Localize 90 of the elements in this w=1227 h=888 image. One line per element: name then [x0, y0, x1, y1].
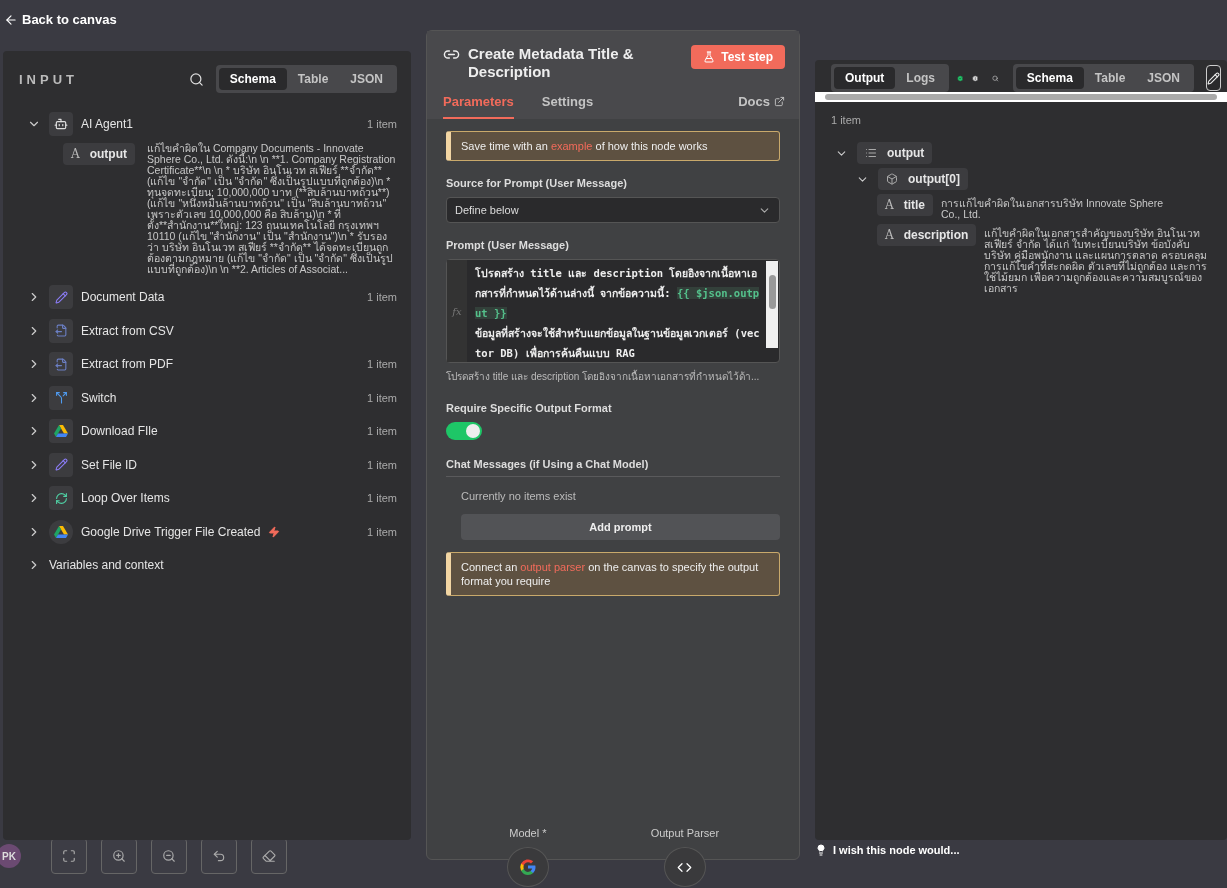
panel-tab[interactable]: Output	[834, 67, 896, 89]
search-icon[interactable]	[188, 71, 204, 87]
zoom-in-button[interactable]	[101, 838, 137, 874]
view-tab[interactable]: JSON	[339, 68, 394, 90]
parser-notice: Connect an output parser on the canvas to specify the output format you require	[446, 552, 780, 596]
item-count: 1 item	[367, 458, 397, 471]
feedback-link[interactable]: I wish this node would...	[833, 844, 960, 856]
file-export-icon	[54, 324, 68, 338]
undo-icon	[212, 849, 226, 863]
lightbulb-icon	[815, 844, 827, 856]
panel-title: INPUT	[19, 71, 79, 87]
drive-icon	[54, 525, 68, 538]
node-name[interactable]: Extract from PDF	[81, 357, 173, 372]
node-name[interactable]: Download FIle	[81, 424, 158, 439]
panel-tab[interactable]: Logs	[895, 67, 946, 89]
connector-label: Output Parser	[650, 827, 720, 839]
item-count: 1 item	[367, 425, 397, 438]
node-name[interactable]: AI Agent1	[81, 116, 134, 131]
connector-label: Model *	[509, 827, 547, 839]
field-name[interactable]: output[0]	[878, 168, 968, 190]
empty-message: Currently no items exist	[460, 489, 577, 502]
list-icon	[865, 147, 877, 159]
pencil-icon	[1207, 71, 1220, 85]
edit-button[interactable]	[1206, 65, 1221, 91]
view-tab[interactable]: Table	[1083, 67, 1137, 89]
field-value: การแก้ไขคำผิดในเอกสารบริษัท Innovate Sphere Co., Ltd.	[941, 196, 1164, 221]
file-export-icon	[54, 357, 68, 371]
external-link-icon	[774, 96, 785, 107]
view-tab[interactable]: Table	[286, 68, 340, 90]
field-name[interactable]: A output	[63, 142, 135, 165]
item-count: 1 item	[367, 358, 397, 371]
reset-button[interactable]	[201, 838, 237, 874]
split-icon	[54, 391, 68, 405]
eraser-button[interactable]	[251, 838, 287, 874]
field-label: Prompt (User Message)	[446, 239, 570, 251]
zoom-out-icon	[162, 849, 176, 863]
expression-marker: fx	[447, 260, 467, 362]
view-tab[interactable]: Schema	[218, 68, 287, 90]
field-label: Source for Prompt (User Message)	[446, 177, 628, 189]
node-name[interactable]: Loop Over Items	[81, 491, 170, 506]
node-name[interactable]: Switch	[81, 390, 117, 405]
add-prompt-button[interactable]: Add prompt	[461, 514, 780, 540]
field-value: แก้ไขคำผิดใน Company Documents - Innovate Sphere Co., Ltd. ดังนี้:\n \n **1. Company Registration Certificate**\n \n * บริษัท อินโนเวท สเฟียร์ **จำกัด** (แก้ไข "จำกัด" เป็น "จำกัด" ซึ่งเป็นรูปแบบที่ถูกต้อง)\n * ทุนจดทะเบียน: 10,000,000 บาท (**สิบล้านบาทถ้วน**) (แก้ไข "หนึ่งหมื่นล้านบาทถ้วน" เป็น "สิบล้านบาทถ้วน" เพราะตัวเลข 10,000,000 คือ สิบล้าน)\n * ที่ตั้ง**สำนักงาน**ใหญ่: 123 ถนนเทคโนโลยี กรุงเทพฯ 10110 (แก้ไข "สำนักงาน" เป็น "สำนักงาน")\n * รับรองว่า บริษัท อินโนเวท สเฟียร์ **จำกัด** ได้จดทะเบียนถูกต้องตามกฎหมาย (แก้ไข "จำกัด" เป็น "จำกัด" ซึ่งเป็นรูปแบบที่ถูกต้อง)\n \n **2. Articles of Associat...	[147, 142, 397, 275]
vertical-scrollbar[interactable]	[766, 261, 778, 348]
node-title: Create Metadata Title & Description	[468, 45, 635, 81]
section-label: Chat Messages (if Using a Chat Model)	[446, 458, 650, 470]
field-name[interactable]: A description	[877, 224, 977, 247]
prompt-editor[interactable]: fx โปรดสร้าง title และ description โดยอิงจากเนื้อหาเอกสารที่กำหนดไว้ด้านล่างนี้ จากข้อความนี้: {{ $json.output }} ข้อมูลที่สร้างจะใช้สำหรับแยกข้อมูลในฐานข้อมูลเวกเตอร์ (vector DB) เพื่อการค้นคืนแบบ RAG	[446, 259, 780, 363]
field-name[interactable]: output	[857, 142, 933, 164]
item-count: 1 item	[830, 113, 862, 128]
section-name[interactable]: Variables and context	[49, 558, 164, 573]
node-name[interactable]: Extract from CSV	[81, 323, 174, 338]
back-link[interactable]: Back to canvas	[4, 12, 117, 27]
user-avatar[interactable]: PK	[0, 844, 21, 868]
drive-icon	[54, 425, 68, 438]
view-tab[interactable]: JSON	[1136, 67, 1191, 89]
field-value: แก้ไขคำผิดในเอกสารสำคัญของบริษัท อินโนเวท สเฟียร์ จำกัด ได้แก่ ใบทะเบียนบริษัท ข้อบังคับบริษัท คู่มือพนักงาน และแผนการตลาด ครอบคลุมการแก้ไขคำที่สะกดผิด ตัวเลขที่ไม่ถูกต้อง และการใช้ไม้ยมก เพื่อความถูกต้องและความสมบูรณ์ของเอกสาร	[984, 226, 1209, 295]
tab[interactable]: Settings	[541, 94, 594, 119]
zoom-in-icon	[112, 849, 126, 863]
item-count: 1 item	[367, 492, 397, 505]
eraser-icon	[262, 849, 276, 863]
item-count: 1 item	[367, 291, 397, 304]
toggle-switch[interactable]	[446, 422, 482, 440]
node-name[interactable]: Set File ID	[81, 457, 137, 472]
field-label: Require Specific Output Format	[446, 402, 613, 414]
robot-icon	[54, 116, 68, 131]
parser-connector[interactable]	[663, 847, 706, 887]
prompt-preview: โปรดสร้าง title และ description โดยอิงจากเนื้อหาเอกสารที่กำหนดไว้ด้า...	[446, 369, 761, 384]
zoom-out-button[interactable]	[151, 838, 187, 874]
node-name[interactable]: Document Data	[81, 290, 165, 305]
item-count: 1 item	[367, 391, 397, 404]
view-tab[interactable]: Schema	[1015, 67, 1084, 89]
horizontal-scrollbar[interactable]	[815, 92, 1227, 102]
pencil-icon	[54, 458, 68, 472]
loop-icon	[54, 491, 68, 505]
source-select[interactable]: Define below	[446, 197, 780, 223]
field-name[interactable]: A title	[877, 194, 933, 216]
fit-view-icon	[62, 849, 76, 863]
arrow-left-icon	[4, 12, 18, 27]
tip-notice: Save time with an example of how this node works	[446, 131, 780, 161]
cube-icon	[886, 173, 898, 185]
docs-link[interactable]: Docs	[738, 94, 785, 119]
pencil-icon	[54, 290, 68, 304]
model-connector[interactable]	[506, 847, 549, 887]
item-count: 1 item	[367, 525, 397, 538]
flask-icon	[703, 51, 716, 63]
google-logo-icon	[518, 858, 537, 876]
fit-view-button[interactable]	[51, 838, 87, 874]
item-count: 1 item	[367, 117, 397, 130]
node-name[interactable]: Google Drive Trigger File Created	[81, 524, 261, 539]
